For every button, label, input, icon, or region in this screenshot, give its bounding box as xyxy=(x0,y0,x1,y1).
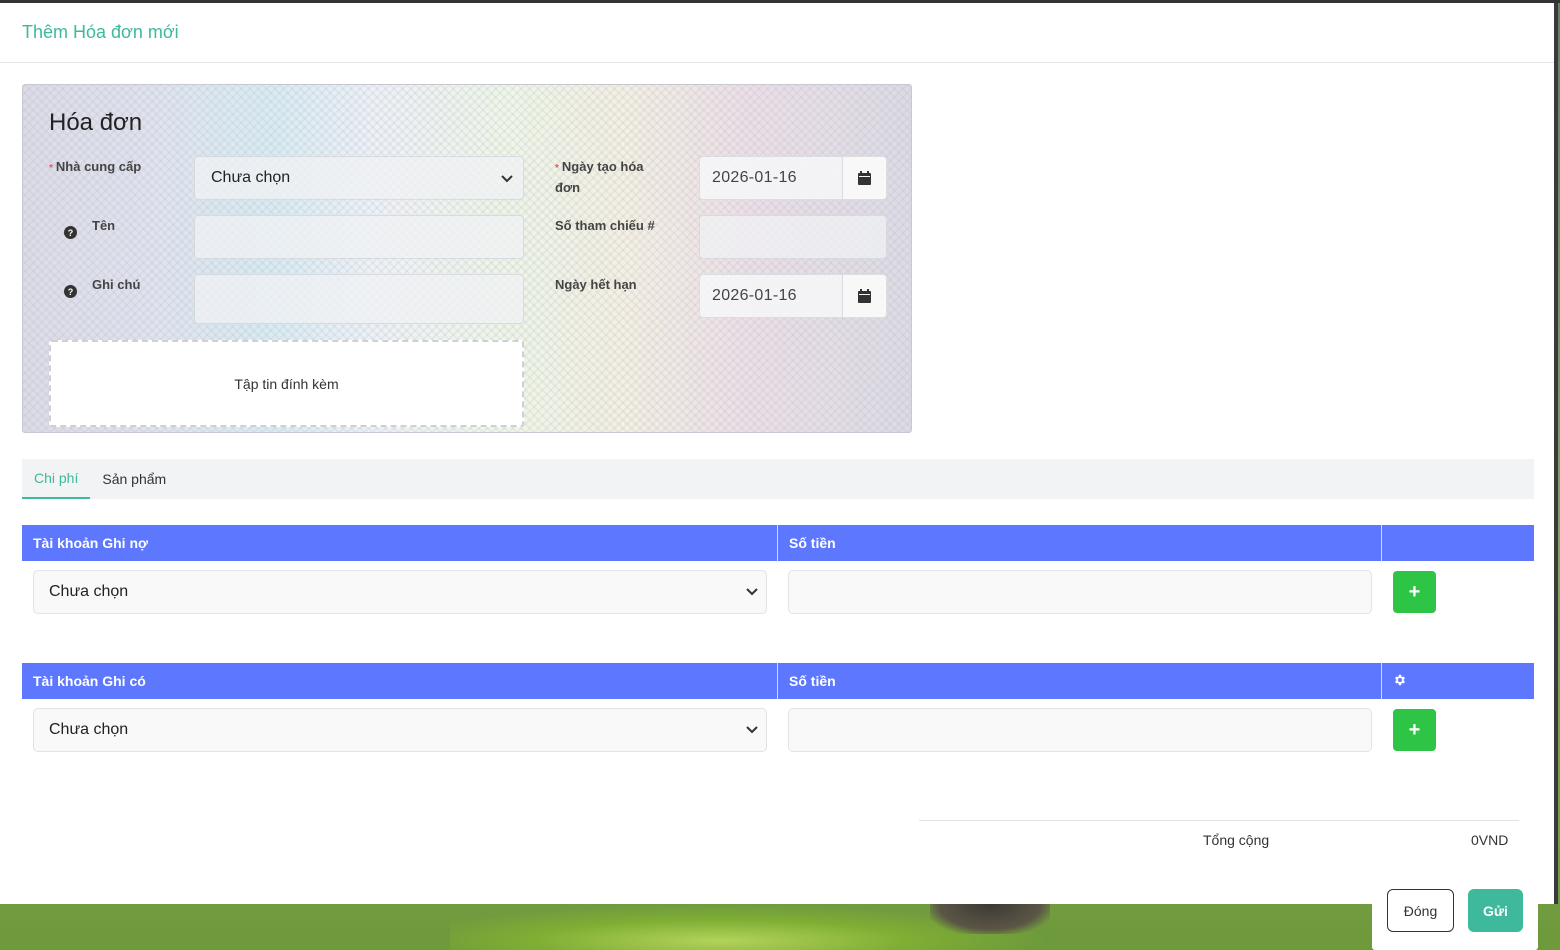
reference-input[interactable] xyxy=(699,215,887,259)
credit-table-header: Tài khoản Ghi có Số tiền xyxy=(22,663,1534,699)
modal-header: Thêm Hóa đơn mới xyxy=(0,3,1558,63)
required-marker: * xyxy=(49,163,53,174)
total-value: 0VND xyxy=(1471,832,1509,848)
debit-account-header: Tài khoản Ghi nợ xyxy=(22,525,778,561)
tab-bar: Chi phí Sản phẩm xyxy=(22,459,1534,499)
credit-account-select[interactable]: Chưa chọn xyxy=(33,708,767,752)
created-date-input[interactable]: 2026-01-16 xyxy=(699,156,843,200)
note-textarea[interactable] xyxy=(194,274,524,324)
total-label: Tổng cộng xyxy=(1203,832,1270,848)
debit-amount-input[interactable] xyxy=(788,570,1372,614)
question-circle-icon[interactable]: ? xyxy=(64,226,77,239)
add-debit-row-button[interactable]: + xyxy=(1393,571,1436,613)
created-date-label: * Ngày tạo hóa đơn xyxy=(555,159,644,195)
supplier-select[interactable]: Chưa chọn xyxy=(194,156,524,200)
chevron-down-icon xyxy=(746,721,758,739)
calendar-icon[interactable] xyxy=(843,156,887,200)
supplier-select-value: Chưa chọn xyxy=(211,169,291,186)
debit-account-value: Chưa chọn xyxy=(49,583,129,600)
credit-amount-header: Số tiền xyxy=(778,663,1382,699)
due-date-input[interactable]: 2026-01-16 xyxy=(699,274,843,318)
modal-footer: Đóng Gửi xyxy=(1372,873,1538,950)
tab-expenses[interactable]: Chi phí xyxy=(22,459,91,499)
name-label: Tên xyxy=(92,218,116,233)
required-marker: * xyxy=(555,163,559,174)
background-rock xyxy=(930,904,1050,934)
credit-amount-input[interactable] xyxy=(788,708,1372,752)
modal-title: Thêm Hóa đơn mới xyxy=(22,22,179,42)
calendar-icon[interactable] xyxy=(843,274,887,318)
send-button[interactable]: Gửi xyxy=(1468,889,1523,932)
attachment-label: Tập tin đính kèm xyxy=(234,375,339,392)
credit-actions-header xyxy=(1382,663,1534,699)
debit-account-select[interactable]: Chưa chọn xyxy=(33,570,767,614)
table-row: Chưa chọn + xyxy=(22,699,1534,761)
invoice-modal: Thêm Hóa đơn mới Hóa đơn * Nhà cung cấp C… xyxy=(0,3,1558,904)
chevron-down-icon xyxy=(746,583,758,601)
due-date-group: 2026-01-16 xyxy=(699,274,887,318)
credit-account-value: Chưa chọn xyxy=(49,721,129,738)
credit-table: Tài khoản Ghi có Số tiền Chưa chọn + xyxy=(22,663,1534,761)
table-row: Chưa chọn + xyxy=(22,561,1534,623)
gear-icon[interactable] xyxy=(1393,673,1407,690)
invoice-title: Hóa đơn xyxy=(49,109,143,136)
close-button[interactable]: Đóng xyxy=(1387,889,1454,932)
chevron-down-icon xyxy=(501,171,513,186)
debit-table: Tài khoản Ghi nợ Số tiền Chưa chọn + xyxy=(22,525,1534,623)
modal-scrollbar[interactable] xyxy=(1554,3,1558,904)
question-circle-icon[interactable]: ? xyxy=(64,285,77,298)
note-label: Ghi chú xyxy=(92,277,141,292)
created-date-group: 2026-01-16 xyxy=(699,156,887,200)
total-divider xyxy=(919,820,1519,821)
debit-amount-header: Số tiền xyxy=(778,525,1382,561)
debit-actions-header xyxy=(1382,525,1534,561)
reference-label: Số tham chiếu # xyxy=(555,218,655,233)
tab-products[interactable]: Sản phẩm xyxy=(90,459,178,499)
name-input[interactable] xyxy=(194,215,524,259)
supplier-label: * Nhà cung cấp xyxy=(49,159,142,174)
due-date-label: Ngày hết hạn xyxy=(555,277,637,292)
debit-table-header: Tài khoản Ghi nợ Số tiền xyxy=(22,525,1534,561)
add-credit-row-button[interactable]: + xyxy=(1393,709,1436,751)
invoice-card: Hóa đơn * Nhà cung cấp Chưa chọn ? Tên ? … xyxy=(22,84,912,433)
credit-account-header: Tài khoản Ghi có xyxy=(22,663,778,699)
attachment-dropzone[interactable]: Tập tin đính kèm xyxy=(49,340,524,427)
